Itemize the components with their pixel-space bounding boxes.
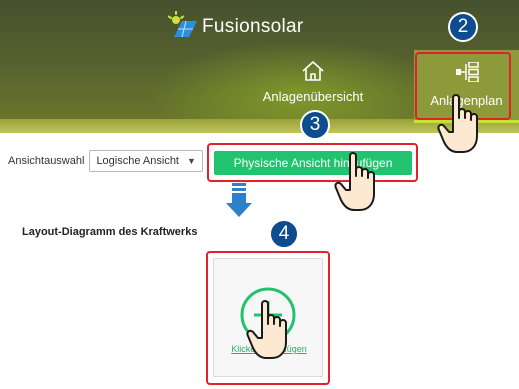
down-arrow-icon — [226, 183, 252, 222]
chevron-down-icon: ▼ — [187, 156, 196, 166]
step-2-badge: 2 — [448, 12, 478, 42]
view-select-value: Logische Ansicht — [96, 155, 179, 167]
pointing-hand-icon — [246, 298, 298, 367]
nav-tab-overview-label: Anlagenübersicht — [262, 89, 364, 104]
view-selection-label: Ansichtauswahl — [8, 155, 85, 167]
step-4-badge: 4 — [269, 219, 299, 249]
pointing-hand-icon — [334, 150, 386, 219]
view-toolbar: Ansichtauswahl Logische Ansicht ▼ — [8, 150, 203, 172]
home-icon — [301, 61, 325, 85]
view-select[interactable]: Logische Ansicht ▼ — [89, 150, 203, 172]
brand: Fusionsolar — [167, 10, 304, 44]
pointing-hand-icon — [437, 92, 489, 161]
nav-tab-overview[interactable]: Anlagenübersicht — [258, 60, 368, 104]
step-3-badge: 3 — [300, 110, 330, 140]
fusionsolar-logo-icon — [167, 10, 198, 44]
diagram-title: Layout-Diagramm des Kraftwerks — [22, 226, 198, 238]
app-name: Fusionsolar — [202, 16, 304, 37]
step-3-highlight — [207, 143, 418, 182]
